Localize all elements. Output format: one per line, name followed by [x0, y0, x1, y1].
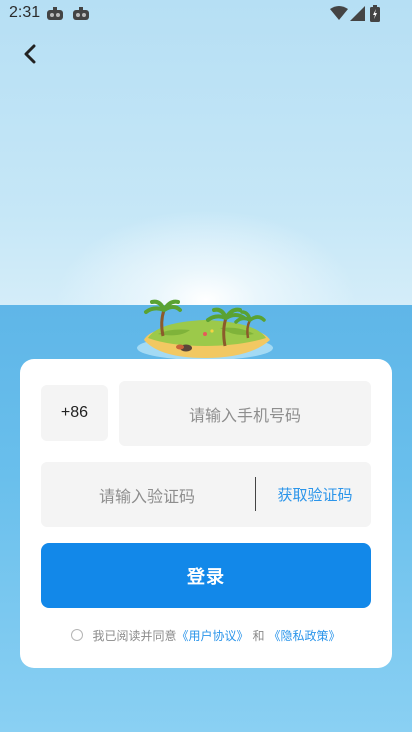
wifi-icon [330, 6, 348, 25]
cellular-signal-icon [350, 6, 365, 25]
status-bar: 2:31 [0, 0, 412, 28]
notification-app-icon [46, 7, 64, 25]
notification-app-icon [72, 7, 90, 25]
status-time: 2:31 [9, 4, 41, 21]
verification-code-input[interactable]: 请输入验证码 [41, 462, 253, 527]
login-button[interactable]: 登录 [41, 543, 371, 608]
island-illustration [130, 298, 280, 364]
sky-background [0, 0, 412, 305]
verification-code-row: 请输入验证码 获取验证码 [41, 462, 371, 527]
get-code-button[interactable]: 获取验证码 [259, 462, 371, 527]
login-card: +86 请输入手机号码 请输入验证码 获取验证码 登录 我已阅读并同意 《用户协… [20, 359, 392, 668]
phone-input[interactable]: 请输入手机号码 [119, 381, 371, 446]
agreement-and-text: 和 [252, 628, 265, 643]
chevron-left-icon [23, 44, 37, 68]
privacy-policy-link[interactable]: 《隐私政策》 [269, 627, 341, 644]
agreement-checkbox[interactable] [71, 629, 84, 641]
back-button[interactable] [16, 42, 44, 70]
user-agreement-link[interactable]: 《用户协议》 [176, 627, 248, 644]
agreement-row: 我已阅读并同意 《用户协议》 和 《隐私政策》 [20, 625, 392, 645]
divider [255, 477, 256, 511]
battery-icon [370, 5, 380, 26]
agreement-text: 我已阅读并同意 [92, 628, 177, 643]
country-code-selector[interactable]: +86 [41, 385, 108, 441]
